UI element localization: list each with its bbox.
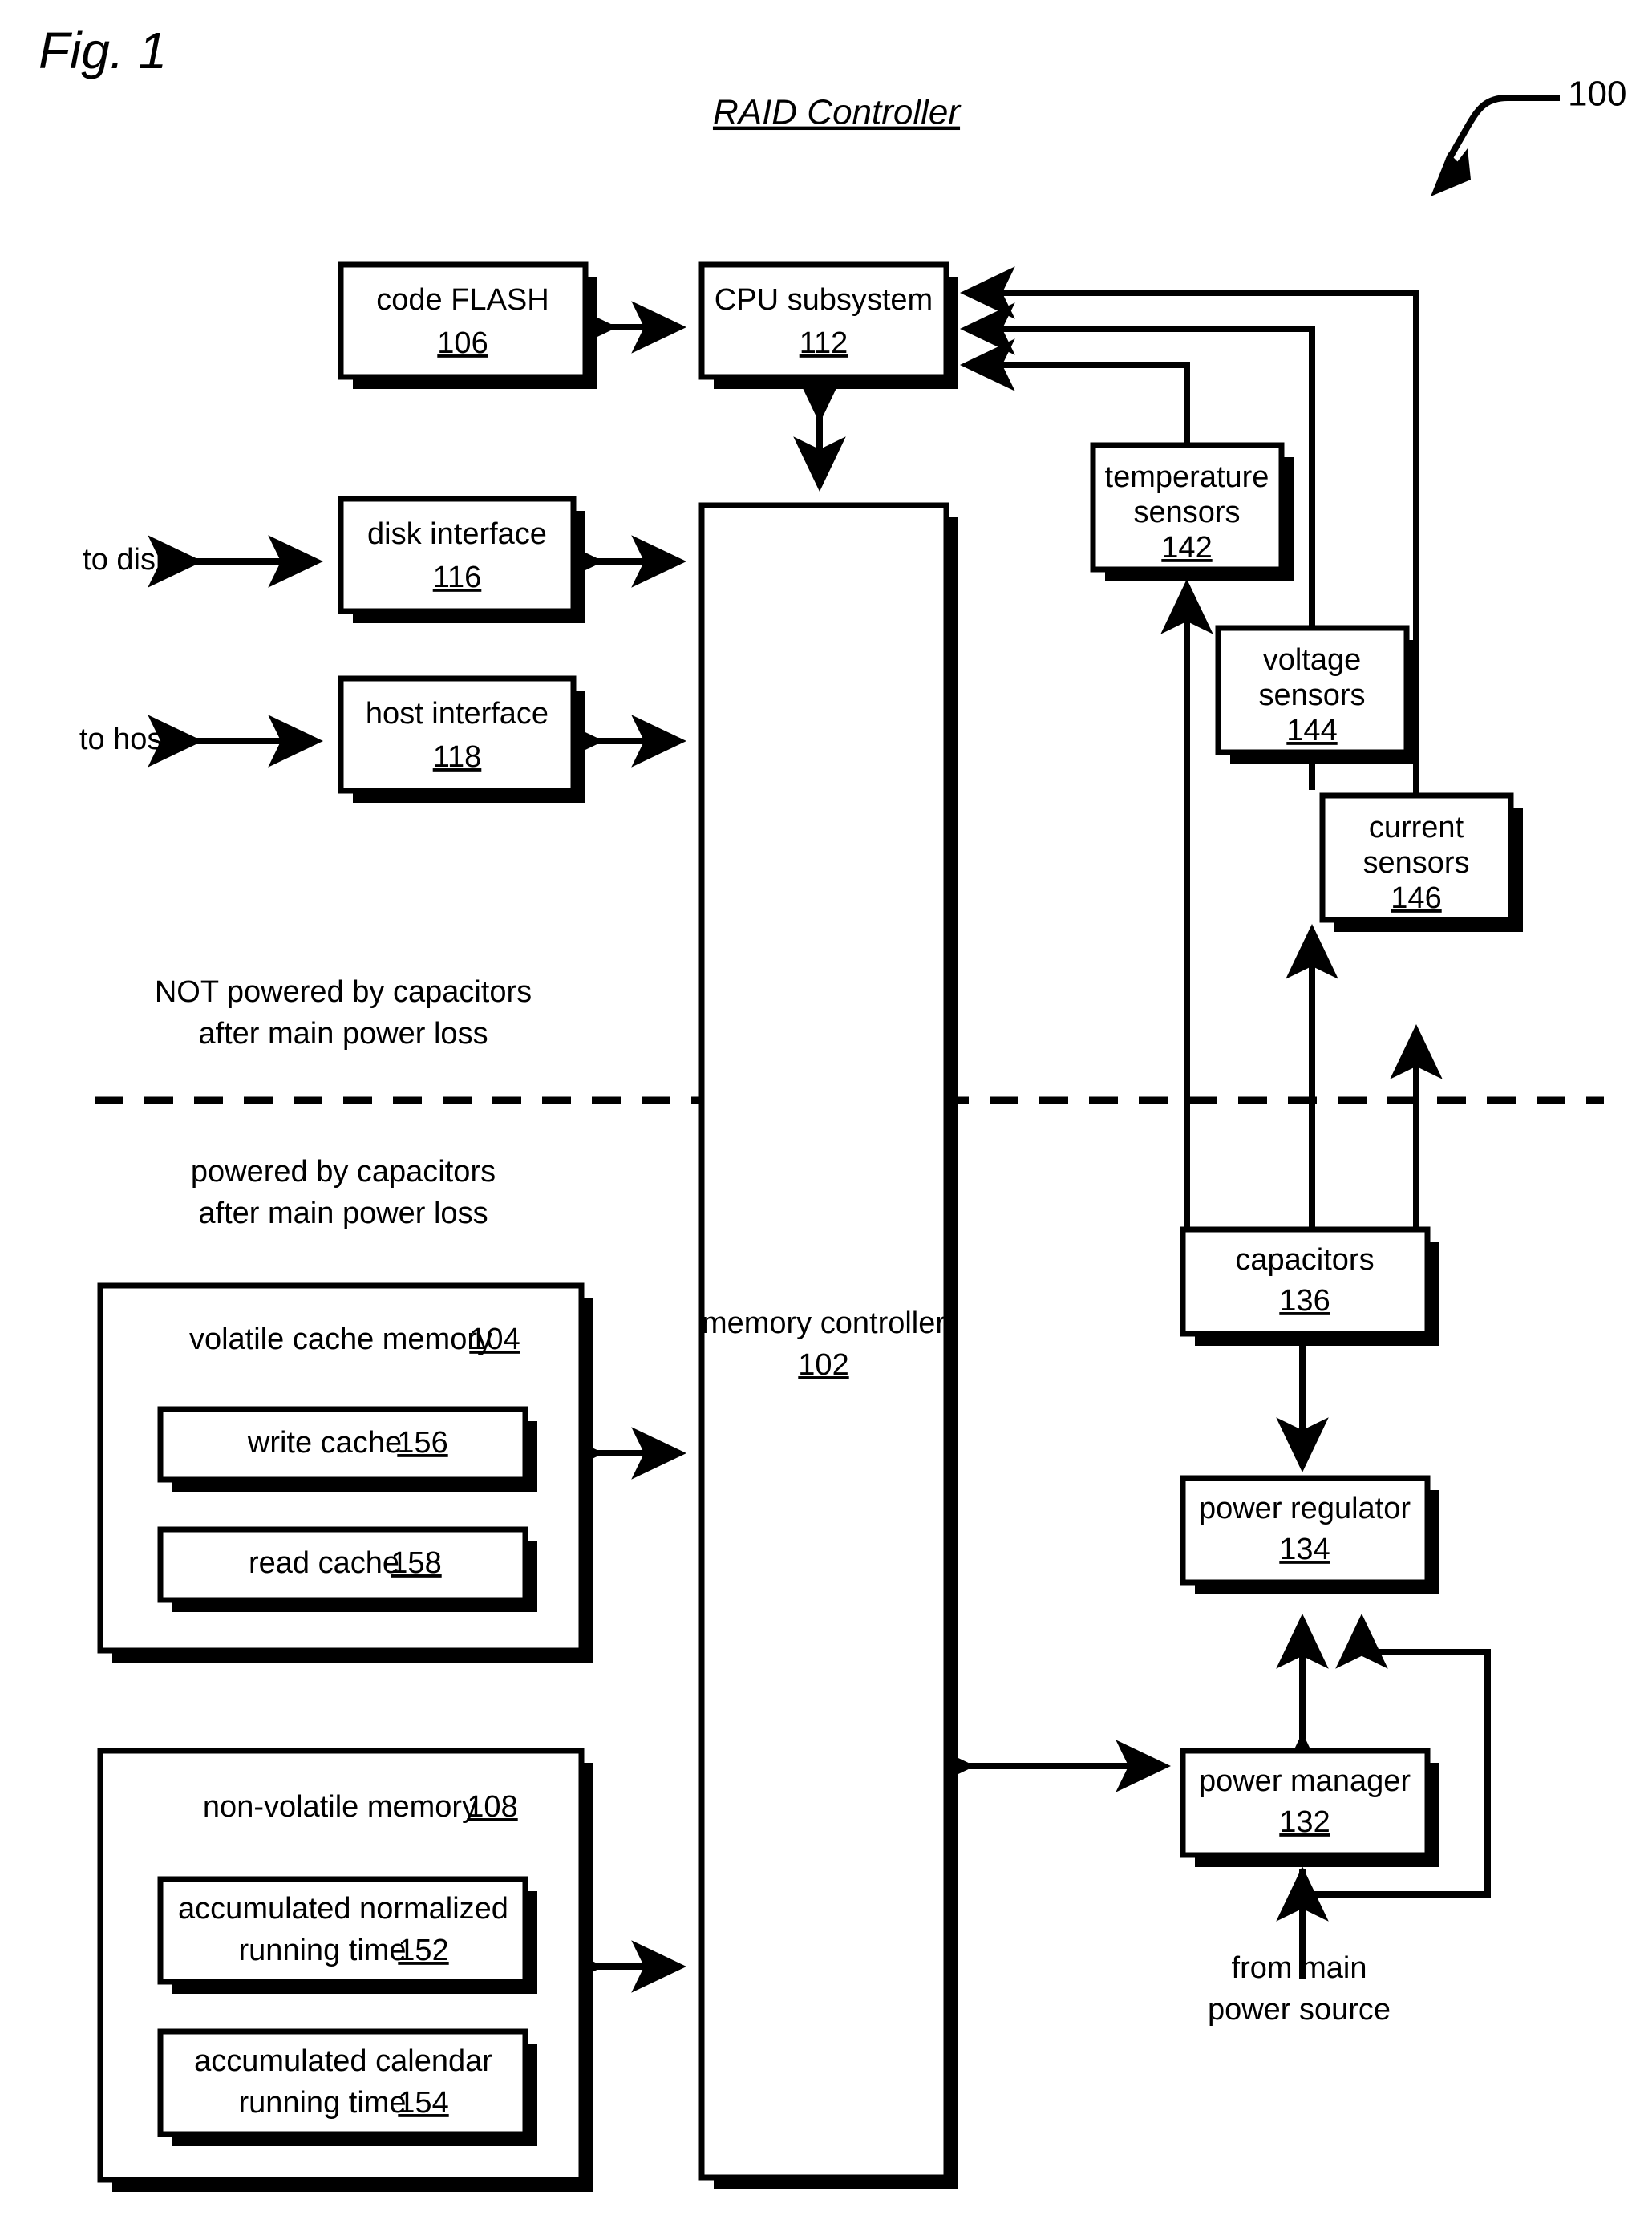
current-sensors-label-line1: current [1369, 811, 1464, 845]
label-powered-line1: powered by capacitors [191, 1155, 496, 1189]
cpu-subsystem-label: CPU subsystem [715, 283, 933, 317]
current-sensors-label-line2: sensors [1362, 846, 1469, 880]
power-manager-ref: 132 [1279, 1805, 1330, 1839]
capacitors-label: capacitors [1235, 1243, 1374, 1277]
voltage-sensors-ref: 144 [1286, 714, 1337, 747]
host-interface-ref: 118 [433, 740, 482, 774]
non-volatile-memory-ref: 108 [467, 1790, 517, 1824]
block-write-cache[interactable]: write cache 156 [157, 1406, 537, 1492]
memory-controller-label: memory controller [702, 1306, 945, 1340]
write-cache-label: write cache [247, 1426, 402, 1460]
label-from-main-line2: power source [1208, 1993, 1391, 2027]
voltage-sensors-label-line1: voltage [1263, 643, 1362, 677]
label-to-hosts: to hosts [79, 723, 186, 756]
block-capacitors[interactable]: capacitors 136 [1180, 1226, 1439, 1346]
accumulated-calendar-running-time-label-line1: accumulated calendar [194, 2044, 492, 2078]
figure-label: Fig. 1 [38, 22, 167, 79]
power-regulator-label: power regulator [1199, 1492, 1411, 1525]
block-host-interface[interactable]: host interface 118 [338, 675, 585, 803]
write-cache-ref: 156 [397, 1426, 447, 1460]
reference-numeral-100: 100 [1568, 75, 1626, 114]
accumulated-calendar-running-time-ref: 154 [398, 2086, 448, 2120]
host-interface-label: host interface [366, 697, 549, 731]
temperature-sensors-label-line1: temperature [1105, 460, 1269, 494]
accumulated-normalized-running-time-ref: 152 [398, 1934, 448, 1967]
volatile-cache-memory-ref: 104 [469, 1323, 520, 1356]
reference-100-leader [1431, 95, 1560, 196]
temperature-sensors-ref: 142 [1161, 531, 1212, 565]
read-cache-ref: 158 [391, 1546, 441, 1580]
block-power-manager[interactable]: power manager 132 [1180, 1748, 1439, 1867]
block-accumulated-calendar-running-time[interactable]: accumulated calendar running time 154 [157, 2028, 537, 2146]
block-read-cache[interactable]: read cache 158 [157, 1526, 537, 1612]
read-cache-label: read cache [249, 1546, 399, 1580]
figure-canvas: Fig. 1 RAID Controller 100 memory contro… [0, 0, 1652, 2240]
block-voltage-sensors[interactable]: voltage sensors 144 [1215, 625, 1419, 764]
voltage-sensors-label-line2: sensors [1258, 678, 1365, 712]
cpu-subsystem-ref: 112 [800, 326, 848, 360]
block-current-sensors[interactable]: current sensors 146 [1319, 792, 1523, 932]
label-to-disks: to disks [83, 543, 186, 577]
label-powered-line2: after main power loss [198, 1197, 488, 1230]
accumulated-normalized-running-time-label-line1: accumulated normalized [178, 1892, 508, 1926]
label-not-powered-line2: after main power loss [198, 1017, 488, 1051]
block-non-volatile-memory[interactable]: non-volatile memory 108 accumulated norm… [97, 1748, 593, 2192]
block-cpu-subsystem[interactable]: CPU subsystem 112 [698, 261, 958, 389]
label-not-powered-line1: NOT powered by capacitors [155, 975, 532, 1009]
power-manager-label: power manager [1199, 1764, 1411, 1798]
code-flash-label: code FLASH [376, 283, 549, 317]
label-from-main-line1: from main [1232, 1951, 1367, 1985]
block-memory-controller[interactable]: memory controller 102 [698, 502, 958, 2189]
block-accumulated-normalized-running-time[interactable]: accumulated normalized running time 152 [157, 1876, 537, 1994]
power-regulator-ref: 134 [1279, 1533, 1330, 1566]
figure-title: RAID Controller [713, 93, 962, 132]
wire-temperature-sensors-to-cpu [959, 338, 1190, 445]
accumulated-normalized-running-time-label-line2: running time [238, 1934, 406, 1967]
volatile-cache-memory-label: volatile cache memory [189, 1323, 492, 1356]
block-volatile-cache-memory[interactable]: volatile cache memory 104 write cache 15… [97, 1282, 593, 1663]
capacitors-ref: 136 [1279, 1284, 1330, 1318]
block-temperature-sensors[interactable]: temperature sensors 142 [1090, 442, 1294, 581]
block-code-flash[interactable]: code FLASH 106 [338, 261, 597, 389]
block-power-regulator[interactable]: power regulator 134 [1180, 1475, 1439, 1594]
code-flash-ref: 106 [437, 326, 488, 360]
current-sensors-ref: 146 [1391, 881, 1441, 915]
block-disk-interface[interactable]: disk interface 116 [338, 496, 585, 623]
temperature-sensors-label-line2: sensors [1133, 496, 1240, 529]
non-volatile-memory-label: non-volatile memory [203, 1790, 477, 1824]
accumulated-calendar-running-time-label-line2: running time [238, 2086, 406, 2120]
memory-controller-ref: 102 [798, 1348, 848, 1382]
disk-interface-ref: 116 [433, 561, 482, 594]
disk-interface-label: disk interface [367, 517, 547, 551]
